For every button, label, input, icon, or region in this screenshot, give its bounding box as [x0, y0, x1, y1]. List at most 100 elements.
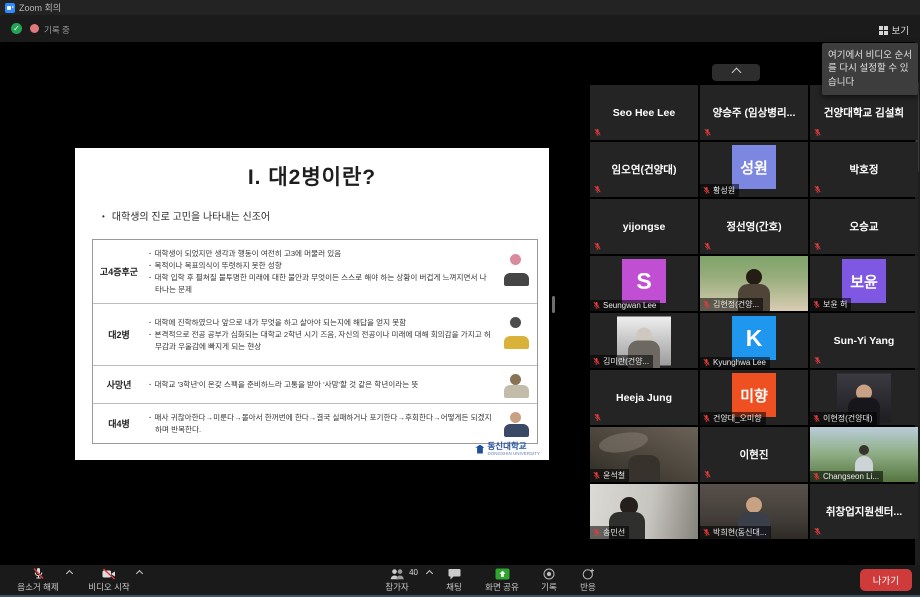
- participant-label: 김현정(건양...: [700, 298, 763, 311]
- row-label: 대4병: [93, 404, 145, 443]
- muted-mic-icon: [702, 528, 711, 537]
- participant-name: 이현진: [700, 427, 808, 482]
- muted-mic-icon: [813, 527, 822, 536]
- start-video-button[interactable]: 비디오 시작: [78, 565, 140, 595]
- participant-name: 양승주 (임상병리...: [700, 85, 808, 140]
- slumped-figure-clipart: [495, 304, 537, 366]
- camera-off-icon: [102, 567, 116, 580]
- unmute-button[interactable]: 음소거 해제: [6, 565, 70, 595]
- muted-mic-icon: [593, 413, 602, 422]
- muted-mic-icon: [592, 357, 601, 366]
- participant-label: 황성원: [700, 184, 739, 197]
- share-screen-button[interactable]: 화면 공유: [476, 565, 528, 595]
- view-button[interactable]: 보기: [875, 20, 913, 40]
- participant-name: 오승교: [810, 199, 918, 254]
- muted-mic-icon: [703, 128, 712, 137]
- collapse-video-panel-button[interactable]: [712, 64, 760, 81]
- reactions-button[interactable]: 반응: [570, 565, 606, 595]
- row-item: 본격적으로 전공 공부가 심화되는 대학교 2학년 시기 즈음, 자신의 전공이…: [147, 329, 493, 353]
- muted-mic-icon: [703, 242, 712, 251]
- row-items: 대학교 '3학년'이 온갖 스펙을 준비하느라 고통을 받아 '사망'할 것 같…: [145, 366, 495, 402]
- row-item: 매사 귀찮아한다→미룬다→몰아서 한꺼번에 한다→결국 실패하거나 포기한다→후…: [147, 412, 493, 436]
- participant-tile[interactable]: 이현진: [700, 427, 808, 482]
- participant-avatar: 보윤: [842, 259, 886, 303]
- participant-tile[interactable]: Changseon Li...: [810, 427, 918, 482]
- participant-tile[interactable]: SSeungwan Lee: [590, 256, 698, 311]
- university-emblem-icon: [475, 445, 484, 454]
- muted-mic-icon: [32, 567, 45, 580]
- video-grid: Seo Hee Lee양승주 (임상병리...건양대학교 김설희임오연(건양대)…: [590, 85, 918, 539]
- participant-tile[interactable]: 오승교: [810, 199, 918, 254]
- university-logo: 동신대학교 DONGSHIN UNIVERSITY: [475, 442, 540, 456]
- row-label: 사망년: [93, 366, 145, 402]
- participant-tile[interactable]: Seo Hee Lee: [590, 85, 698, 140]
- record-button[interactable]: 기록: [532, 565, 566, 595]
- muted-mic-icon: [702, 414, 711, 423]
- slide-table: 고4증후군대학생이 되었지만 생각과 행동이 여전히 고3에 머물러 있음목적이…: [92, 239, 538, 444]
- participant-tile[interactable]: 양승주 (임상병리...: [700, 85, 808, 140]
- participant-tile[interactable]: yijongse: [590, 199, 698, 254]
- muted-mic-icon: [593, 185, 602, 194]
- participant-tile[interactable]: 미향건양대_오미향: [700, 370, 808, 425]
- video-order-tooltip: 여기에서 비디오 순서를 다시 설정할 수 있습니다: [822, 43, 918, 95]
- chat-button[interactable]: 채팅: [436, 565, 472, 595]
- participant-tile[interactable]: 박희현(동신대...: [700, 484, 808, 539]
- chevron-up-icon: [731, 68, 741, 78]
- presentation-slide: I. 대2병이란? 대학생의 진로 고민을 나타내는 신조어 고4증후군대학생이…: [75, 148, 549, 460]
- participant-tile[interactable]: Heeja Jung: [590, 370, 698, 425]
- muted-mic-icon: [592, 301, 601, 310]
- university-logo-korean: 동신대학교: [487, 442, 540, 451]
- row-label: 고4증후군: [93, 240, 145, 303]
- participant-tile[interactable]: Sun-Yi Yang: [810, 313, 918, 368]
- participants-caret[interactable]: [426, 570, 433, 577]
- row-item: 대학 입학 후 펼쳐질 불투명한 미래에 대한 불안과 무엇이든 스스로 해야 …: [147, 272, 493, 296]
- participant-label: Seungwan Lee: [590, 300, 660, 311]
- participant-tile[interactable]: 성원황성원: [700, 142, 808, 197]
- university-logo-english: DONGSHIN UNIVERSITY: [487, 451, 540, 456]
- zoom-meeting-window: Zoom 회의 박희현(동신대학교)의 화면을 보고 있습니다 옵션 보기 기록…: [0, 0, 920, 597]
- reactions-icon: [582, 567, 595, 580]
- muted-mic-icon: [813, 356, 822, 365]
- participant-avatar: 미향: [732, 373, 776, 417]
- muted-mic-icon: [702, 358, 711, 367]
- participants-button[interactable]: 참가자 40: [368, 565, 426, 595]
- woman-thinking-clipart: [495, 240, 537, 303]
- zoom-app-icon: [5, 3, 15, 13]
- table-row: 고4증후군대학생이 되었지만 생각과 행동이 여전히 고3에 머물러 있음목적이…: [93, 240, 537, 303]
- participant-tile[interactable]: 송민선: [590, 484, 698, 539]
- participant-tile[interactable]: 박호정: [810, 142, 918, 197]
- participant-label: 이현정(건양대): [810, 412, 877, 425]
- encryption-shield-icon[interactable]: [11, 23, 22, 34]
- share-screen-icon: [495, 567, 510, 580]
- video-options-caret[interactable]: [136, 570, 143, 577]
- participant-name: 박호정: [810, 142, 918, 197]
- row-items: 대학생이 되었지만 생각과 행동이 여전히 고3에 머물러 있음목적이나 목표의…: [145, 240, 495, 303]
- participant-name: yijongse: [590, 199, 698, 254]
- panel-resize-handle[interactable]: [552, 296, 555, 313]
- participant-tile[interactable]: 이현정(건양대): [810, 370, 918, 425]
- muted-mic-icon: [702, 186, 711, 195]
- participant-name: 취창업지원센터...: [810, 484, 918, 539]
- participant-tile[interactable]: 정선영(간호): [700, 199, 808, 254]
- participant-tile[interactable]: 윤석철: [590, 427, 698, 482]
- participant-tile[interactable]: 김현정(건양...: [700, 256, 808, 311]
- participant-name: Seo Hee Lee: [590, 85, 698, 140]
- participant-tile[interactable]: 임오연(건양대): [590, 142, 698, 197]
- participant-avatar: 성원: [732, 145, 776, 189]
- participant-label: 박희현(동신대...: [700, 526, 771, 539]
- mic-options-caret[interactable]: [66, 570, 73, 577]
- participant-tile[interactable]: 김미란(건양...: [590, 313, 698, 368]
- participant-tile[interactable]: KKyunghwa Lee: [700, 313, 808, 368]
- muted-mic-icon: [592, 528, 601, 537]
- chat-label: 채팅: [446, 581, 462, 593]
- participant-tile[interactable]: 취창업지원센터...: [810, 484, 918, 539]
- leave-meeting-button[interactable]: 나가기: [860, 569, 912, 591]
- participant-label: Kyunghwa Lee: [700, 357, 770, 368]
- shared-screen-area: I. 대2병이란? 대학생의 진로 고민을 나타내는 신조어 고4증후군대학생이…: [0, 42, 584, 565]
- participant-tile[interactable]: 보윤보윤 허: [810, 256, 918, 311]
- start-video-label: 비디오 시작: [88, 581, 129, 593]
- unmute-label: 음소거 해제: [17, 581, 58, 593]
- table-row: 사망년대학교 '3학년'이 온갖 스펙을 준비하느라 고통을 받아 '사망'할 …: [93, 365, 537, 402]
- participants-icon: [389, 567, 405, 580]
- muted-mic-icon: [812, 472, 821, 481]
